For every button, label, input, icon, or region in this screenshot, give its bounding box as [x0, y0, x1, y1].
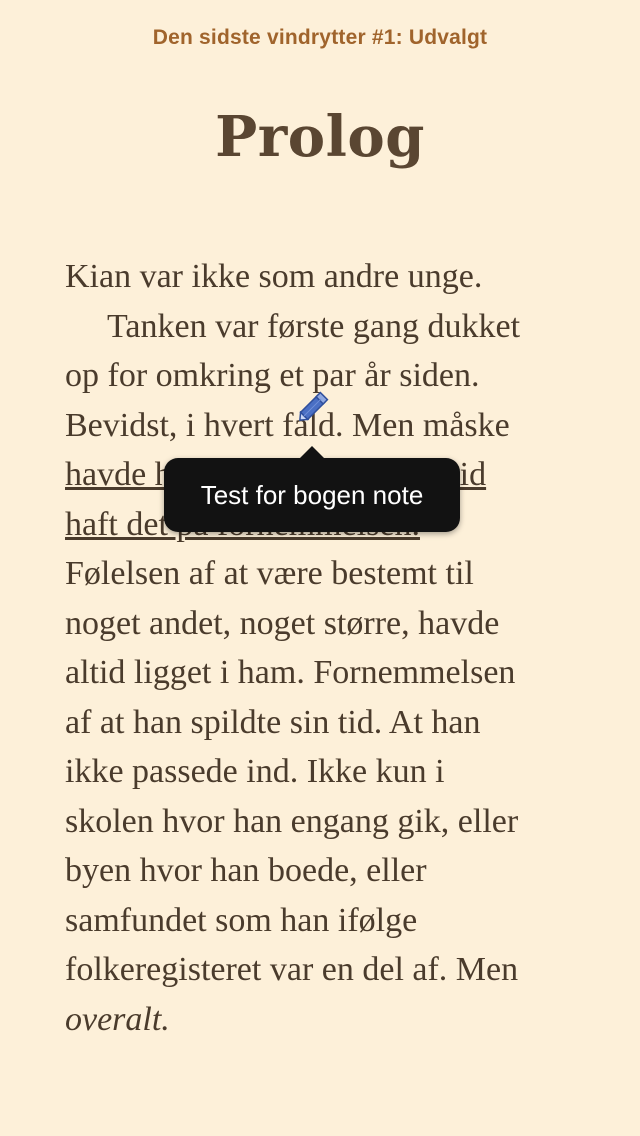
text-line[interactable]: samfundet som han ifølge — [65, 896, 575, 946]
pencil-icon[interactable] — [294, 386, 334, 426]
note-popup[interactable]: Test for bogen note — [164, 446, 460, 532]
page-body-text[interactable]: Kian var ikke som andre unge. Tanken var… — [65, 252, 575, 1044]
text-line[interactable]: byen hvor han boede, eller — [65, 846, 575, 896]
text-line[interactable]: ikke passede ind. Ikke kun i — [65, 747, 575, 797]
text-line[interactable]: Kian var ikke som andre unge. — [65, 252, 575, 302]
text-line[interactable]: af at han spildte sin tid. At han — [65, 698, 575, 748]
text-line[interactable]: altid ligget i ham. Fornemmelsen — [65, 648, 575, 698]
text-line[interactable]: noget andet, noget større, havde — [65, 599, 575, 649]
text-line[interactable]: folkeregisteret var en del af. Men — [65, 945, 575, 995]
text-line[interactable]: skolen hvor han engang gik, eller — [65, 797, 575, 847]
book-title: Den sidste vindrytter #1: Udvalgt — [152, 26, 488, 49]
text-line[interactable]: Tanken var første gang dukket — [65, 302, 575, 352]
chapter-title: Prolog — [215, 104, 425, 170]
note-text: Test for bogen note — [200, 479, 424, 510]
text-line[interactable]: overalt. — [65, 995, 575, 1045]
text-line[interactable]: Følelsen af at være bestemt til — [65, 549, 575, 599]
